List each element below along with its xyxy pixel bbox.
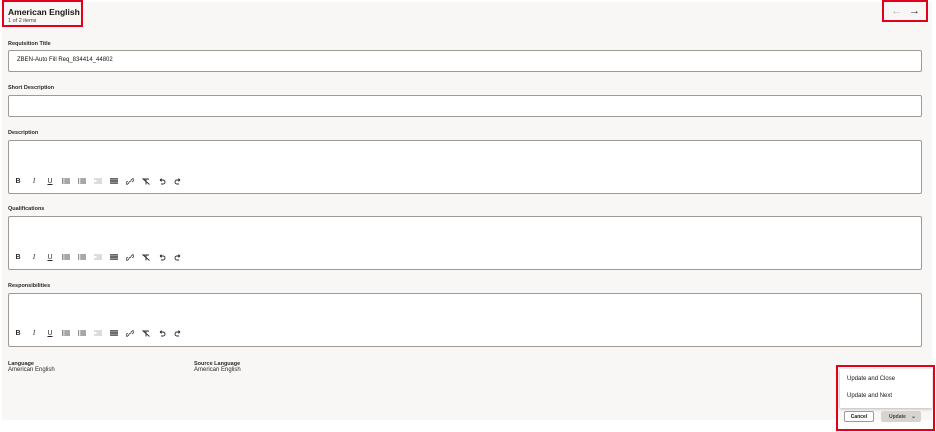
bold-icon[interactable]: B — [10, 252, 26, 262]
underline-icon[interactable]: U — [42, 252, 58, 262]
outdent-icon[interactable] — [90, 176, 106, 186]
outdent-icon[interactable] — [90, 328, 106, 338]
undo-icon[interactable] — [154, 252, 170, 262]
numbered-list-icon[interactable] — [74, 252, 90, 262]
redo-icon[interactable] — [170, 176, 186, 186]
undo-icon[interactable] — [154, 328, 170, 338]
underline-icon[interactable]: U — [42, 328, 58, 338]
italic-icon[interactable]: I — [26, 328, 42, 338]
undo-icon[interactable] — [154, 176, 170, 186]
requisition-title-label: Requisition Title — [8, 41, 51, 47]
clear-format-icon[interactable] — [138, 176, 154, 186]
link-icon[interactable] — [122, 176, 138, 186]
responsibilities-toolbar: BIU — [10, 328, 186, 338]
clear-format-icon[interactable] — [138, 328, 154, 338]
indent-icon[interactable] — [106, 252, 122, 262]
bold-icon[interactable]: B — [10, 328, 26, 338]
qualifications-toolbar: BIU — [10, 252, 186, 262]
clear-format-icon[interactable] — [138, 252, 154, 262]
bulleted-list-icon[interactable] — [58, 176, 74, 186]
source-language-value: American English — [194, 367, 241, 373]
underline-icon[interactable]: U — [42, 176, 58, 186]
bulleted-list-icon[interactable] — [58, 328, 74, 338]
description-toolbar: BIU — [10, 176, 186, 186]
indent-icon[interactable] — [106, 176, 122, 186]
redo-icon[interactable] — [170, 252, 186, 262]
short-description-field[interactable] — [8, 95, 922, 117]
link-icon[interactable] — [122, 328, 138, 338]
numbered-list-icon[interactable] — [74, 328, 90, 338]
responsibilities-editor[interactable] — [8, 293, 922, 347]
outdent-icon[interactable] — [90, 252, 106, 262]
link-icon[interactable] — [122, 252, 138, 262]
numbered-list-icon[interactable] — [74, 176, 90, 186]
highlight-box-title — [2, 0, 83, 27]
requisition-title-field[interactable]: ZBEN-Auto Fill Req_834414_44802 — [8, 50, 922, 72]
indent-icon[interactable] — [106, 328, 122, 338]
bulleted-list-icon[interactable] — [58, 252, 74, 262]
short-description-label: Short Description — [8, 85, 55, 91]
requisition-title-value: ZBEN-Auto Fill Req_834414_44802 — [17, 57, 113, 63]
responsibilities-label: Responsibilities — [8, 283, 51, 289]
qualifications-label: Qualifications — [8, 206, 45, 212]
highlight-box-navigation — [882, 0, 928, 22]
bold-icon[interactable]: B — [10, 176, 26, 186]
highlight-box-actions — [836, 365, 935, 431]
italic-icon[interactable]: I — [26, 252, 42, 262]
redo-icon[interactable] — [170, 328, 186, 338]
language-value: American English — [8, 367, 55, 373]
description-label: Description — [8, 130, 39, 136]
italic-icon[interactable]: I — [26, 176, 42, 186]
